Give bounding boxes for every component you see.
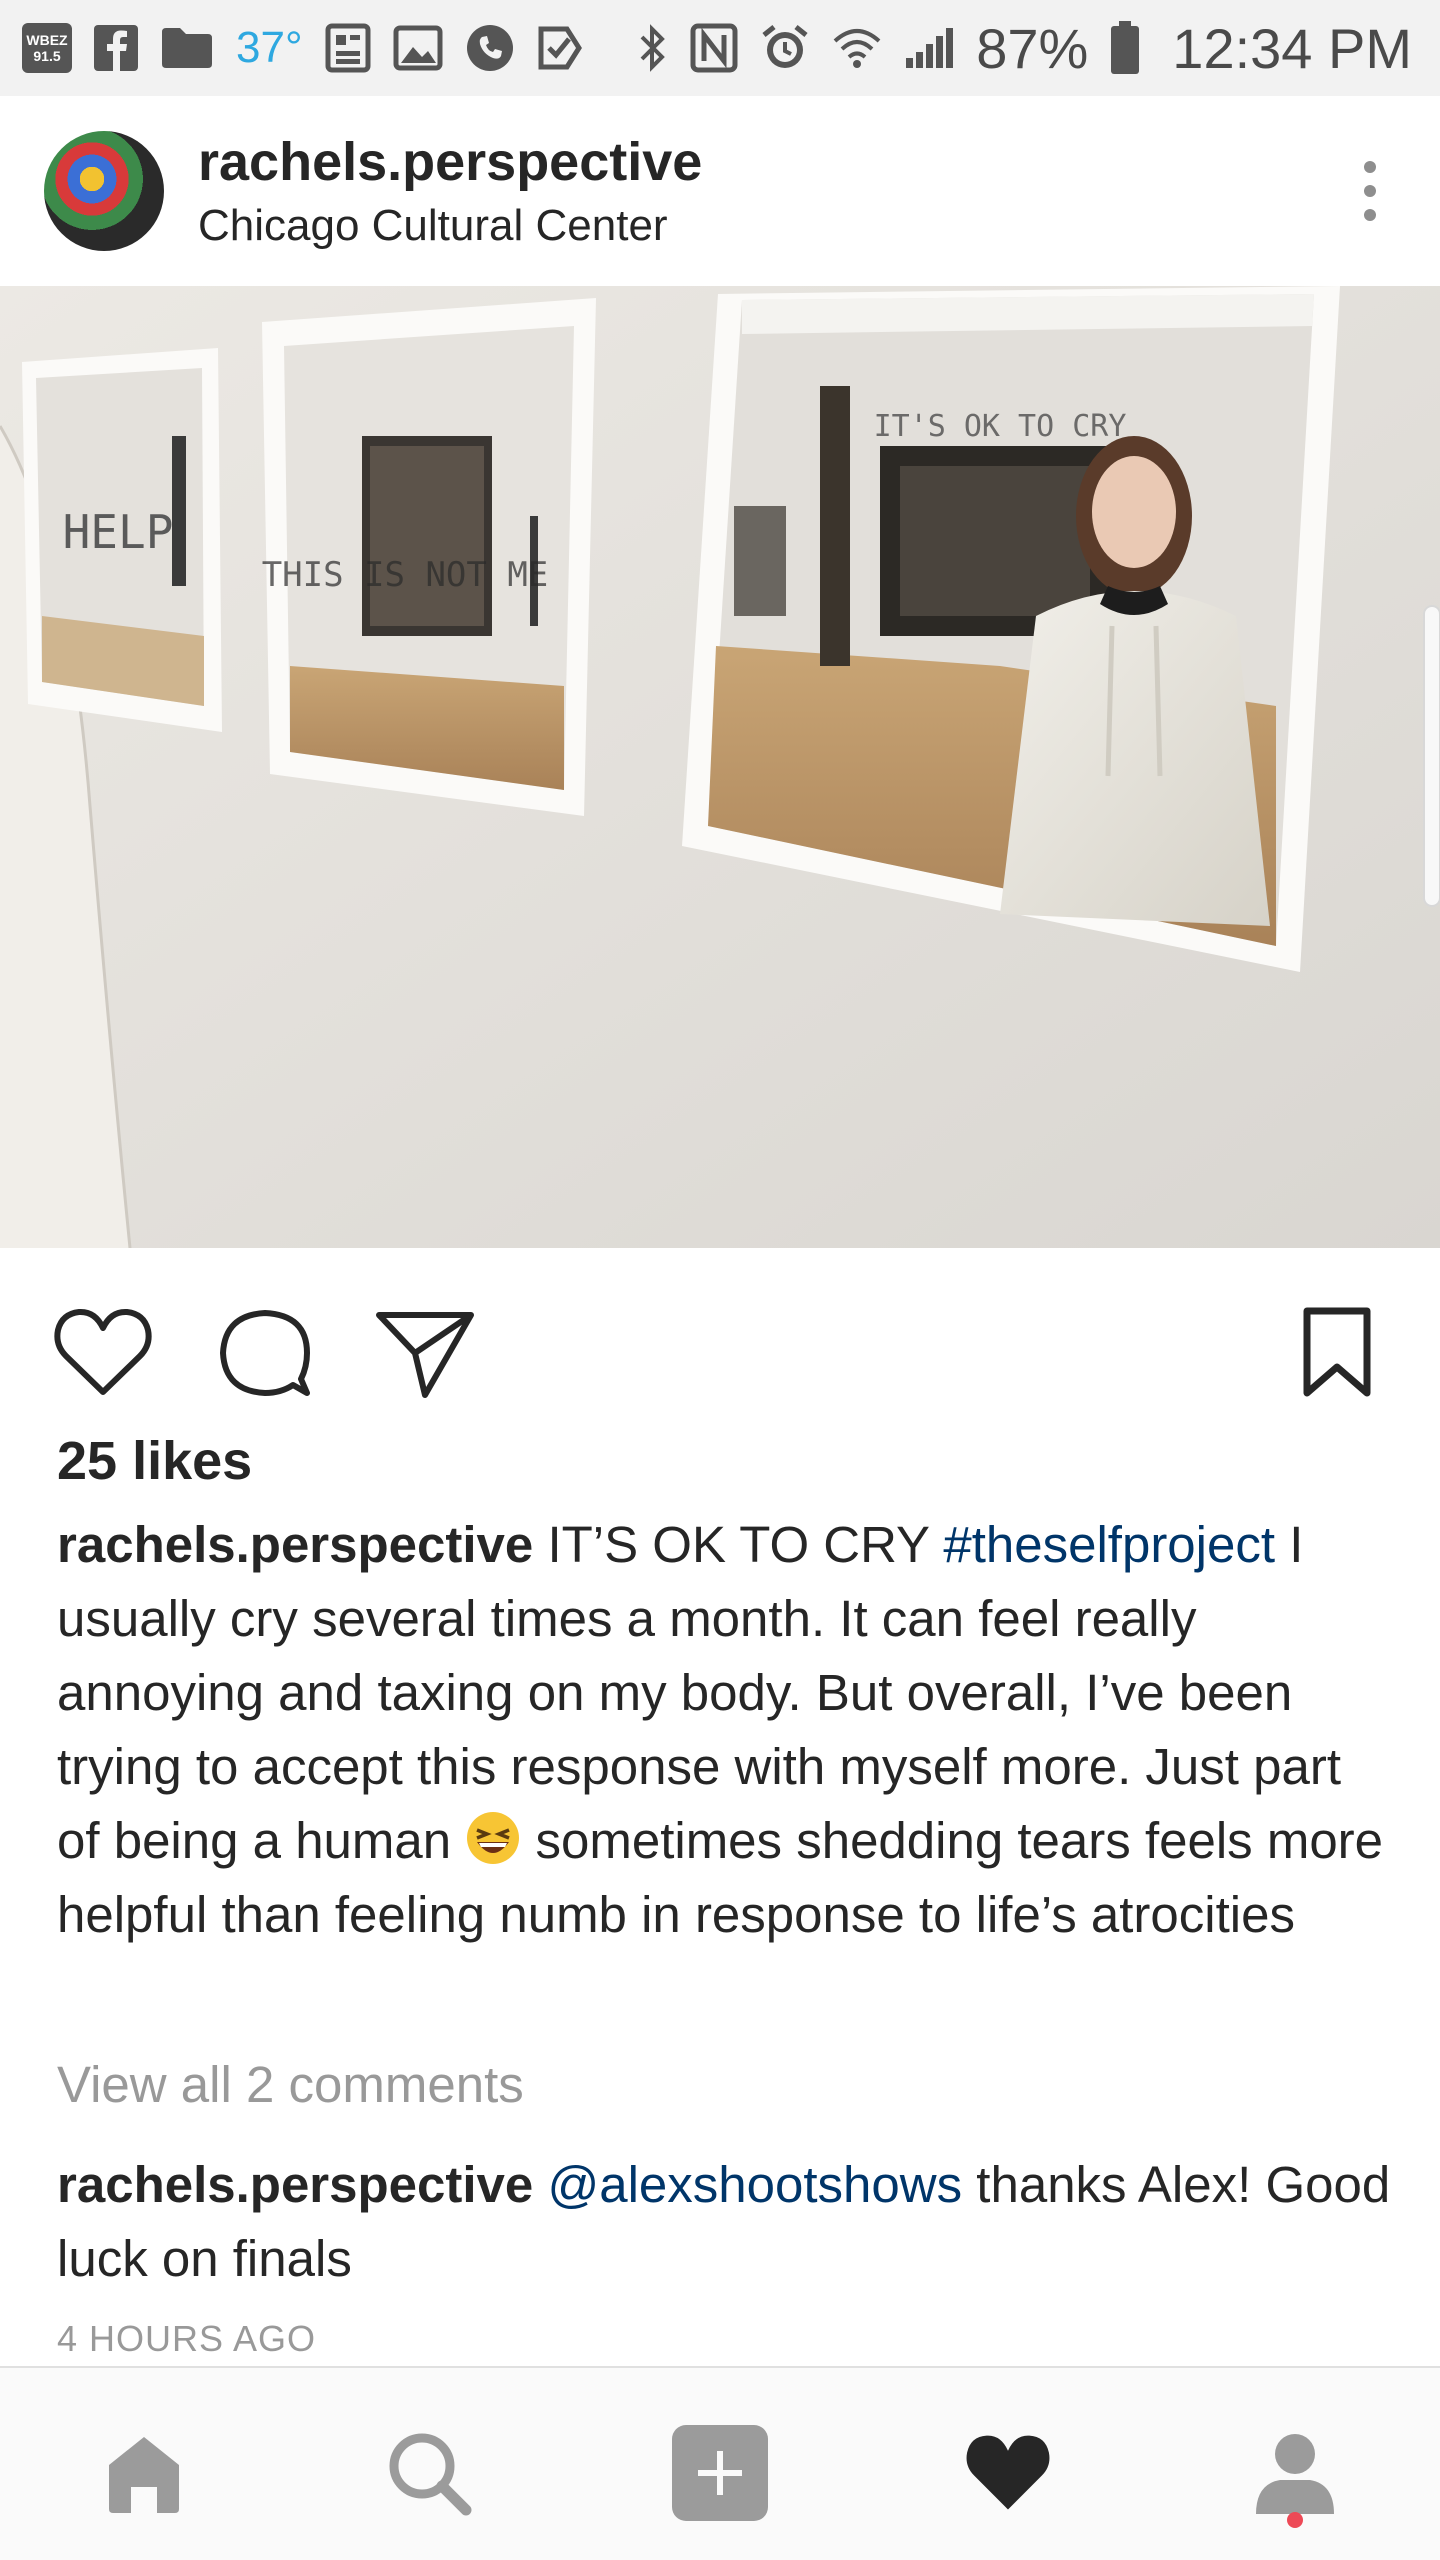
gallery-icon bbox=[393, 25, 443, 71]
nav-search[interactable] bbox=[374, 2418, 484, 2528]
caption-hashtag[interactable]: #theselfproject bbox=[943, 1516, 1275, 1573]
post-photo[interactable]: HELP THIS IS NOT ME IT'S OK TO CRY bbox=[0, 286, 1440, 1248]
temperature-text: 37° bbox=[236, 23, 303, 72]
radio-station-icon: WBEZ 91.5 bbox=[22, 23, 72, 73]
status-bar-left: WBEZ 91.5 37° bbox=[22, 23, 583, 73]
nav-add-post[interactable] bbox=[665, 2418, 775, 2528]
folder-icon bbox=[160, 26, 214, 70]
status-bar: WBEZ 91.5 37° 87% 12:34 PM bbox=[0, 0, 1440, 96]
add-icon bbox=[672, 2425, 768, 2521]
bluetooth-icon bbox=[638, 23, 668, 73]
caption-username[interactable]: rachels.perspective bbox=[57, 1516, 533, 1573]
like-button[interactable] bbox=[48, 1298, 158, 1408]
home-icon bbox=[109, 2437, 179, 2513]
tasks-icon bbox=[537, 25, 583, 71]
nfc-icon bbox=[690, 23, 738, 73]
profile-icon bbox=[1256, 2434, 1334, 2514]
comment-button[interactable] bbox=[210, 1298, 320, 1408]
grinning-squinting-face-icon bbox=[465, 1810, 521, 1866]
alarm-icon bbox=[760, 23, 810, 73]
post-timestamp: 4 HOURS AGO bbox=[57, 2318, 317, 2359]
frame1-text: HELP bbox=[63, 505, 174, 559]
frame2-text: THIS IS NOT ME bbox=[262, 555, 549, 595]
bookmark-button[interactable] bbox=[1282, 1298, 1392, 1408]
post-caption: rachels.perspective IT’S OK TO CRY #thes… bbox=[57, 1508, 1397, 1952]
nav-home[interactable] bbox=[89, 2418, 199, 2528]
news-icon bbox=[325, 23, 371, 73]
wifi-icon bbox=[832, 25, 882, 71]
frame3-text: IT'S OK TO CRY bbox=[874, 409, 1127, 444]
comment-username[interactable]: rachels.perspective bbox=[57, 2156, 533, 2213]
battery-percent: 87% bbox=[976, 16, 1089, 80]
bottom-nav bbox=[0, 2366, 1440, 2560]
more-dot-icon bbox=[1364, 161, 1376, 173]
more-dot-icon bbox=[1364, 209, 1376, 221]
more-options-button[interactable] bbox=[1340, 146, 1400, 236]
nav-activity[interactable] bbox=[953, 2418, 1063, 2528]
comment-mention[interactable]: @alexshootshows bbox=[547, 2156, 962, 2213]
comment: rachels.perspective @alexshootshows than… bbox=[57, 2148, 1397, 2296]
share-icon bbox=[376, 1312, 474, 1398]
share-button[interactable] bbox=[370, 1298, 480, 1408]
comment-icon bbox=[220, 1310, 310, 1396]
bookmark-icon bbox=[1303, 1307, 1371, 1397]
phone-icon bbox=[465, 23, 515, 73]
view-all-comments-link[interactable]: View all 2 comments bbox=[57, 2055, 524, 2114]
heart-icon bbox=[54, 1308, 152, 1395]
caption-text-1: IT’S OK TO CRY bbox=[533, 1516, 944, 1573]
clock: 12:34 PM bbox=[1172, 16, 1412, 80]
mirror-frame-this-is-not-me: THIS IS NOT ME bbox=[262, 298, 596, 816]
post-location[interactable]: Chicago Cultural Center bbox=[198, 201, 702, 251]
facebook-icon bbox=[94, 23, 138, 73]
activity-heart-icon bbox=[966, 2435, 1050, 2510]
radio-badge-top: WBEZ bbox=[26, 32, 68, 48]
status-bar-right: 87% 12:34 PM bbox=[638, 16, 1412, 81]
search-icon bbox=[389, 2433, 472, 2516]
mirror-frame-help: HELP bbox=[22, 348, 222, 732]
gallery-photo-illustration: HELP THIS IS NOT ME IT'S OK TO CRY bbox=[0, 286, 1440, 1248]
radio-badge-bottom: 91.5 bbox=[33, 48, 61, 64]
post-username[interactable]: rachels.perspective bbox=[198, 131, 702, 193]
more-dot-icon bbox=[1364, 185, 1376, 197]
avatar[interactable] bbox=[44, 131, 164, 251]
notification-dot bbox=[1287, 2512, 1303, 2528]
signal-icon bbox=[904, 26, 954, 70]
post-action-bar bbox=[0, 1248, 1440, 1428]
battery-icon bbox=[1110, 21, 1140, 75]
post-header: rachels.perspective Chicago Cultural Cen… bbox=[0, 96, 1440, 286]
post-header-text: rachels.perspective Chicago Cultural Cen… bbox=[198, 131, 702, 251]
likes-count[interactable]: 25 likes bbox=[57, 1430, 252, 1492]
